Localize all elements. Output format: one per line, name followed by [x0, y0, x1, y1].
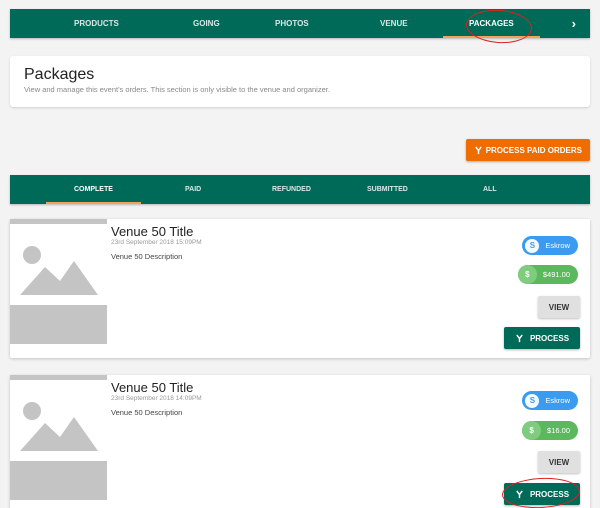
chevron-right-icon[interactable]: › — [572, 9, 576, 38]
image-placeholder-icon — [10, 375, 107, 500]
amount-badge: $ $16.00 — [522, 421, 578, 440]
order-description: Venue 50 Description — [111, 252, 183, 261]
nav-item-products[interactable]: PRODUCTS — [74, 9, 119, 38]
order-description: Venue 50 Description — [111, 408, 183, 417]
tab-all[interactable]: ALL — [483, 175, 497, 204]
nav-item-going[interactable]: GOING — [193, 9, 220, 38]
tab-complete[interactable]: COMPLETE — [46, 175, 141, 204]
order-title: Venue 50 Title — [111, 224, 194, 239]
payment-method-label: Eskrow — [545, 396, 570, 405]
order-date: 23rd September 2018 14:09PM — [111, 395, 202, 402]
nav-item-venue[interactable]: VENUE — [380, 9, 408, 38]
tab-refunded[interactable]: REFUNDED — [272, 175, 311, 204]
process-paid-orders-label: PROCESS PAID ORDERS — [485, 145, 582, 155]
nav-item-photos[interactable]: PHOTOS — [275, 9, 309, 38]
image-placeholder-icon — [10, 219, 107, 344]
dollar-icon: $ — [517, 265, 537, 284]
order-card: Venue 50 Title 23rd September 2018 15:09… — [10, 219, 590, 358]
process-paid-orders-button[interactable]: PROCESS PAID ORDERS — [465, 139, 590, 161]
amount-badge: $ $491.00 — [517, 265, 578, 284]
order-date: 23rd September 2018 15:09PM — [111, 239, 202, 246]
payment-method-badge: S Eskrow — [522, 236, 578, 255]
order-card: Venue 50 Title 23rd September 2018 14:09… — [10, 375, 590, 508]
escrow-icon: S — [525, 238, 540, 253]
process-label: PROCESS — [529, 489, 570, 499]
process-label: PROCESS — [529, 333, 570, 343]
page-title: Packages — [24, 66, 95, 83]
escrow-icon: S — [525, 393, 540, 408]
payment-method-badge: S Eskrow — [522, 391, 578, 410]
fork-icon — [516, 333, 523, 342]
process-button[interactable]: PROCESS — [504, 327, 580, 349]
fork-icon — [516, 489, 523, 498]
tab-paid[interactable]: PAID — [185, 175, 201, 204]
nav-item-packages[interactable]: PACKAGES — [443, 9, 540, 38]
dollar-icon: $ — [522, 421, 542, 440]
process-button[interactable]: PROCESS — [504, 483, 580, 505]
fork-icon — [474, 145, 482, 154]
payment-method-label: Eskrow — [545, 241, 570, 250]
order-status-tabs: COMPLETE PAID REFUNDED SUBMITTED ALL — [10, 175, 590, 204]
tab-submitted[interactable]: SUBMITTED — [367, 175, 408, 204]
page-header: Packages View and manage this event's or… — [10, 56, 590, 107]
top-nav: PRODUCTS GOING PHOTOS VENUE PACKAGES › — [10, 9, 590, 38]
order-amount: $16.00 — [547, 426, 570, 435]
view-button[interactable]: VIEW — [538, 451, 580, 473]
order-info: Venue 50 Title 23rd September 2018 15:09… — [111, 224, 202, 262]
order-info: Venue 50 Title 23rd September 2018 14:09… — [111, 380, 202, 418]
order-amount: $491.00 — [542, 270, 570, 279]
page-subtitle: View and manage this event's orders. Thi… — [24, 85, 330, 94]
order-title: Venue 50 Title — [111, 380, 194, 395]
view-button[interactable]: VIEW — [538, 296, 580, 318]
